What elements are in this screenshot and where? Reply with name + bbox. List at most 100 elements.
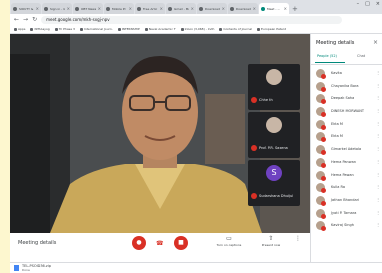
browser-tab[interactable]: Free Artic × [135,3,165,14]
bookmark-item[interactable]: Tri Phase 3 [54,27,75,31]
forward-icon[interactable]: → [23,16,28,23]
list-item[interactable]: Kavita ⋮ [311,67,382,80]
url-field[interactable]: meet.google.com/mkh-sxgj-npv [41,15,342,24]
camera-button[interactable]: ■ [174,236,188,250]
present-button[interactable]: ⇧ Present now [254,235,288,247]
participant-tiles: Chhe th Prof. P.R. Saxena S Sudarshana D… [248,64,300,208]
bookmark-icon [30,27,34,31]
list-item[interactable]: Kaviraj Singh ⋮ [311,219,382,232]
list-item[interactable]: DINESH MORWANT ⋮ [311,105,382,118]
browser-tab[interactable]: Mobile Pl × [104,3,134,14]
bookmark-icon [54,27,58,31]
tab-title: Gmail - Mo [174,6,189,11]
bookmark-item[interactable]: Inbox (3,068) - Indh [180,27,214,31]
browser-tab[interactable]: Gmail - Mo × [166,3,196,14]
list-item[interactable]: Chayanika Bora ⋮ [311,80,382,93]
close-icon[interactable]: × [67,6,70,11]
more-options-button[interactable]: ⋮ [290,235,306,243]
favicon-icon [137,6,141,11]
participant-name: Kulla Ra [331,185,346,190]
bookmark-item[interactable]: Contents of Journal [219,27,252,31]
browser-tab[interactable]: Download × [228,3,258,14]
more-icon[interactable]: ⋮ [376,121,380,126]
browser-tab[interactable]: Sign in - G × [42,3,72,14]
favicon-icon [75,6,79,11]
captions-button[interactable]: ▭ Turn on captions [212,235,246,247]
browser-tab[interactable]: SIOUTY & × [11,3,41,14]
mic-off-icon [321,162,326,168]
close-icon[interactable]: × [191,6,194,11]
close-icon[interactable]: × [160,6,163,11]
close-icon[interactable]: × [98,6,101,11]
bookmark-item[interactable]: Apps [14,27,25,31]
participant-tile[interactable]: S Sudarshana Dhuijul [248,160,300,206]
close-icon[interactable]: × [284,6,287,11]
close-icon[interactable]: × [36,6,39,11]
mic-off-icon [321,112,326,118]
list-item[interactable]: Kulla Ra ⋮ [311,181,382,194]
more-icon[interactable]: ⋮ [376,133,380,138]
tab-people[interactable]: People (52) [317,54,337,58]
more-icon[interactable]: ⋮ [376,83,380,88]
bookmark-item[interactable]: International Journ. [79,27,113,31]
browser-tab-active[interactable]: Meet - ... × [259,3,289,14]
bookmark-item[interactable]: Naval Academic T [144,27,176,31]
browser-tab[interactable]: OBT News × [73,3,103,14]
close-icon[interactable]: × [222,6,225,11]
tab-title: Download [205,6,220,11]
close-icon[interactable]: × [253,6,256,11]
captions-label: Turn on captions [216,243,242,247]
list-item[interactable]: Jathan Bhandari ⋮ [311,194,382,207]
bookmarks-bar: Apps NITIAayog Tri Phase 3 International… [10,25,382,34]
more-icon[interactable]: ⋮ [376,210,380,215]
bookmark-item[interactable]: NITIAayog [30,27,50,31]
list-item[interactable]: Deepak Saha ⋮ [311,92,382,105]
meet-area: Chhe th Prof. P.R. Saxena S Sudarshana D… [10,34,382,262]
close-icon[interactable]: × [373,39,378,46]
more-icon[interactable]: ⋮ [376,159,380,164]
list-item[interactable]: Jyoti P. Tamara ⋮ [311,207,382,220]
close-window-icon[interactable]: × [376,1,380,7]
more-icon[interactable]: ⋮ [376,197,380,202]
list-item[interactable]: Ekta M ⋮ [311,130,382,143]
tab-chat[interactable]: Chat [357,54,365,58]
more-icon[interactable]: ⋮ [376,70,380,75]
new-tab-button[interactable]: + [292,4,298,14]
more-icon[interactable]: ⋮ [376,108,380,113]
bookmark-item[interactable]: European Patent [257,27,286,31]
more-icon[interactable]: ⋮ [376,184,380,189]
list-item[interactable]: Hema Panwan ⋮ [311,156,382,169]
bookmark-label: Tri Phase 3 [58,27,75,31]
active-tab-indicator [315,62,345,63]
more-vert-icon: ⋮ [295,235,301,242]
bookmark-icon [180,27,184,31]
participant-tile[interactable]: Chhe th [248,64,300,110]
maximize-icon[interactable]: □ [365,1,370,7]
bookmark-label: Naval Academic T [148,27,176,31]
participant-tile[interactable]: Prof. P.R. Saxena [248,112,300,158]
reload-icon[interactable]: ↻ [32,16,37,23]
mic-button[interactable]: ● [132,236,146,250]
list-item[interactable]: Gimarkel Adetola ⋮ [311,143,382,156]
mic-off-icon [251,97,257,103]
minimize-icon[interactable]: – [357,1,360,7]
bookmark-item[interactable]: INTERNSHIP [117,27,140,31]
favicon-icon [13,6,17,11]
list-item[interactable]: Hema Pawan ⋮ [311,169,382,182]
list-item[interactable]: Ekta M ⋮ [311,118,382,131]
bookmark-label: European Patent [261,27,286,31]
panel-tabs: People (52) Chat [311,52,382,65]
mic-off-icon [321,74,326,79]
back-icon[interactable]: ← [14,16,19,23]
meeting-details-button[interactable]: Meeting details [18,240,56,246]
end-call-button[interactable]: ☎ [156,240,163,247]
tab-title: Meet - ... [267,6,281,11]
close-icon[interactable]: × [129,6,132,11]
more-icon[interactable]: ⋮ [376,95,380,100]
more-icon[interactable]: ⋮ [376,172,380,177]
tab-title: Mobile Pl [112,6,126,11]
browser-tab[interactable]: Download × [197,3,227,14]
more-icon[interactable]: ⋮ [376,222,380,227]
more-icon[interactable]: ⋮ [376,146,380,151]
participant-name: Jyoti P. Tamara [331,210,357,215]
